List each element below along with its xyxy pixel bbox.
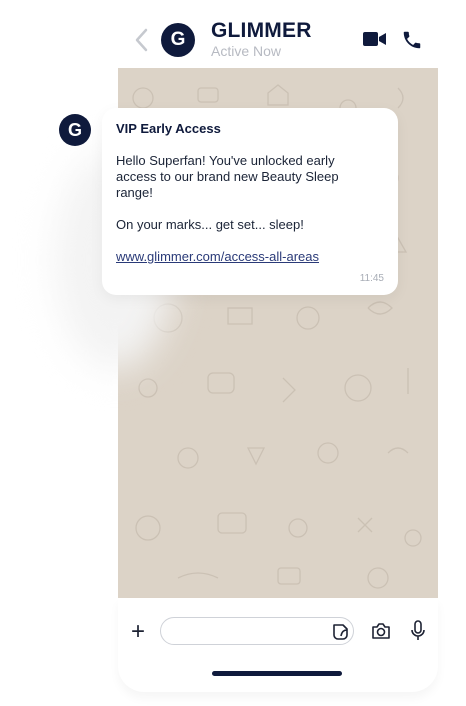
camera-icon[interactable] [371, 622, 391, 640]
chat-header: G GLIMMER Active Now [118, 0, 438, 68]
message-link[interactable]: www.glimmer.com/access-all-areas [116, 249, 319, 264]
message-body: Hello Superfan! You've unlocked early ac… [116, 153, 339, 200]
phone-icon[interactable] [401, 29, 423, 51]
composer-bar: + [118, 598, 438, 692]
message-input[interactable] [160, 617, 354, 645]
message-tagline: On your marks... get set... sleep! [116, 217, 304, 232]
microphone-icon[interactable] [411, 620, 425, 642]
sticker-icon[interactable] [331, 623, 349, 641]
video-camera-icon[interactable] [363, 30, 387, 48]
back-chevron-icon[interactable] [130, 26, 154, 54]
contact-status: Active Now [211, 43, 282, 59]
home-indicator [212, 671, 342, 676]
message-timestamp: 11:45 [359, 273, 384, 284]
message-bubble: VIP Early Access Hello Superfan! You've … [102, 108, 398, 295]
plus-icon[interactable]: + [131, 620, 145, 644]
message-sender-avatar[interactable]: G [59, 114, 91, 146]
contact-name: GLIMMER [211, 19, 312, 42]
message-title: VIP Early Access [116, 121, 221, 136]
contact-avatar[interactable]: G [161, 23, 195, 57]
